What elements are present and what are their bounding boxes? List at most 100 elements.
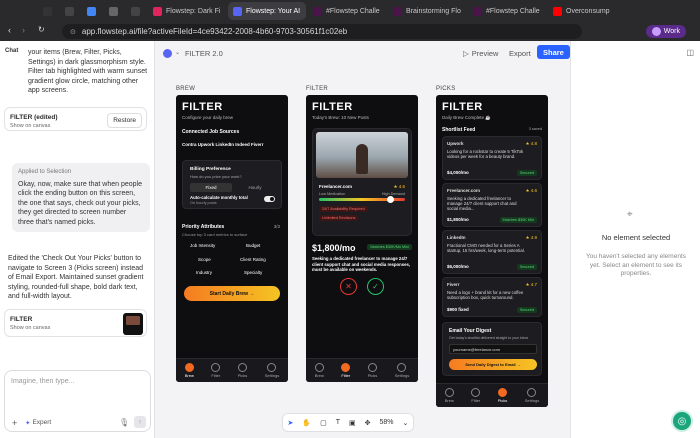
- chevron-down-icon[interactable]: ⌄: [175, 49, 180, 56]
- export-button[interactable]: Export: [509, 49, 531, 58]
- slack-icon: [313, 6, 322, 16]
- reject-button[interactable]: ✕: [340, 278, 357, 295]
- brew-screen[interactable]: FILTER Configure your daily brew Connect…: [176, 95, 288, 382]
- nav-item-settings[interactable]: Settings: [525, 388, 539, 403]
- version-card-filter[interactable]: FILTER Show on canvas: [4, 309, 147, 337]
- nav-item-settings[interactable]: Settings: [395, 363, 409, 378]
- screen-title: FILTER: [182, 101, 223, 113]
- attribute-chip[interactable]: Industry: [196, 270, 212, 275]
- nav-item-brew[interactable]: Brew: [315, 363, 324, 378]
- high-label: High Demand: [381, 192, 405, 196]
- select-tool-icon[interactable]: ➤: [288, 419, 294, 427]
- start-daily-brew-button[interactable]: Start Daily Brew →: [184, 286, 280, 301]
- nav-item-brew[interactable]: Brew: [445, 388, 454, 403]
- warning-tag: 24/7 Availability Required: [319, 206, 368, 212]
- no-selection-title: No element selected: [601, 233, 671, 242]
- send-digest-button[interactable]: Send Daily Digest to Email →: [449, 359, 537, 370]
- shortlist-card[interactable]: Freelancer.com ★ 4.6 Seeking a dedicated f…: [442, 183, 542, 227]
- send-button[interactable]: ↑: [134, 416, 146, 428]
- flowstep-logo-icon[interactable]: [163, 49, 172, 58]
- play-icon: ▷: [463, 49, 469, 58]
- assistant-help-button[interactable]: ◎: [671, 410, 693, 432]
- file-title[interactable]: FILTER 2.0: [185, 49, 223, 58]
- browser-tab[interactable]: #Flowstep Challe: [468, 2, 546, 20]
- accept-button[interactable]: ✓: [367, 278, 384, 295]
- component-tool-icon[interactable]: ✥: [365, 419, 371, 427]
- nav-item-filter[interactable]: Filter: [211, 363, 221, 378]
- add-icon[interactable]: +: [12, 418, 17, 428]
- canvas-toolbar: ➤ ✋ ▢ T ▣ ✥ 58% ⌄: [282, 413, 414, 432]
- warning-tag: Unlimited Revisions: [319, 215, 359, 221]
- preview-label: Preview: [471, 49, 499, 58]
- nav-item-filter[interactable]: Filter: [471, 388, 481, 403]
- browser-tab[interactable]: Brainstorming Flo: [388, 2, 466, 20]
- picks-screen[interactable]: FILTER Daily Brew Complete ☕ Shortlist F…: [436, 95, 548, 407]
- image-tool-icon[interactable]: ▣: [349, 419, 356, 427]
- shortlist-card[interactable]: Fiverr ★ 4.7 Need a logo + brand kit for a…: [442, 277, 542, 317]
- job-description: Looking for a rockstar to create 5 TikTo…: [447, 149, 524, 160]
- job-rating: ★ 4.9: [525, 235, 537, 240]
- attribute-chip[interactable]: Specialty: [244, 270, 262, 275]
- browser-tab[interactable]: Flowstep: Dark Fi: [148, 2, 226, 20]
- attribute-chip[interactable]: Scope: [198, 257, 211, 262]
- attribute-chip[interactable]: Budget: [246, 243, 260, 248]
- priority-count: 3/3: [273, 224, 280, 229]
- nav-item-brew[interactable]: Brew: [185, 363, 194, 378]
- chevron-down-icon[interactable]: ⌄: [403, 419, 409, 427]
- microphone-icon[interactable]: 🎙: [119, 418, 129, 427]
- restore-button[interactable]: Restore: [107, 113, 142, 128]
- nav-item-picks[interactable]: Picks: [498, 388, 507, 403]
- hand-tool-icon[interactable]: ✋: [302, 419, 311, 427]
- job-card[interactable]: Freelancer.com ★ 4.6 Low Medication High…: [312, 128, 412, 236]
- filter-screen[interactable]: FILTER Today's Brew: 10 New Posts Freela…: [306, 95, 418, 382]
- expert-mode-toggle[interactable]: ✦ Expert: [25, 419, 51, 427]
- browser-tab[interactable]: [82, 2, 102, 20]
- shortlist-card[interactable]: Upwork ★ 4.8 Looking for a rockstar to cre…: [442, 136, 542, 180]
- browser-tab[interactable]: #Flowstep Challe: [308, 2, 386, 20]
- browser-tab[interactable]: Flowstep: Your AI: [228, 2, 306, 20]
- nav-item-picks[interactable]: Picks: [368, 363, 378, 378]
- panel-toggle-icon[interactable]: ◫: [686, 48, 694, 57]
- browser-tab[interactable]: [38, 2, 58, 20]
- forward-icon[interactable]: ›: [22, 25, 25, 35]
- version-card-edited[interactable]: FILTER (edited) Show on canvas Restore: [4, 107, 147, 131]
- site-info-icon[interactable]: ⊙: [70, 28, 76, 36]
- browser-tab[interactable]: [126, 2, 146, 20]
- job-price: $1,800/mo: [312, 243, 356, 253]
- prompt-input[interactable]: Imagine, then type...: [11, 378, 74, 385]
- attribute-chip[interactable]: Job Intensity: [190, 243, 215, 248]
- nav-item-settings[interactable]: Settings: [265, 363, 279, 378]
- email-input[interactable]: yourname@freelance.com: [449, 344, 537, 354]
- bookmark-icon: [368, 363, 378, 372]
- shortlist-card[interactable]: LinkedIn ★ 4.9 Fractional CMO needed for a…: [442, 230, 542, 274]
- frame-tool-icon[interactable]: ▢: [320, 419, 327, 427]
- nav-label: Brew: [314, 373, 324, 378]
- job-sources-list[interactable]: Contra Upwork LinkedIn Indeed Fiverr: [182, 142, 264, 147]
- url-field[interactable]: ⊙ app.flowstep.ai/file?activeFileId=4ce9…: [62, 24, 582, 39]
- bookmark-icon: [238, 363, 248, 372]
- fixed-option[interactable]: Fixed: [190, 183, 232, 192]
- share-button[interactable]: Share: [537, 45, 570, 59]
- nav-item-filter[interactable]: Filter: [341, 363, 351, 378]
- back-icon[interactable]: ‹: [8, 25, 11, 35]
- show-on-canvas-link[interactable]: Show on canvas: [10, 123, 50, 129]
- spiral-icon: ◎: [677, 415, 687, 427]
- nav-item-picks[interactable]: Picks: [238, 363, 248, 378]
- show-on-canvas-link[interactable]: Show on canvas: [10, 325, 50, 331]
- zoom-level[interactable]: 58%: [380, 419, 394, 426]
- profile-button[interactable]: Work: [645, 25, 686, 38]
- reload-icon[interactable]: ↻: [38, 25, 45, 34]
- preview-button[interactable]: ▷ Preview: [463, 49, 498, 58]
- auto-calc-toggle[interactable]: [264, 196, 275, 202]
- bottom-nav: Brew Filter Picks Settings: [436, 383, 548, 407]
- bottom-nav: Brew Filter Picks Settings: [306, 358, 418, 382]
- browser-tab[interactable]: [104, 2, 124, 20]
- status-badge: Secured: [516, 170, 537, 176]
- browser-tab[interactable]: Overconsump: [548, 2, 626, 20]
- attribute-chip[interactable]: Client Rating: [240, 257, 266, 262]
- column-heading-brew: BREW: [176, 86, 196, 92]
- browser-tab[interactable]: [60, 2, 80, 20]
- hourly-option[interactable]: Hourly: [234, 183, 276, 192]
- arrow-up-icon: ↑: [138, 418, 142, 426]
- text-tool-icon[interactable]: T: [336, 419, 340, 426]
